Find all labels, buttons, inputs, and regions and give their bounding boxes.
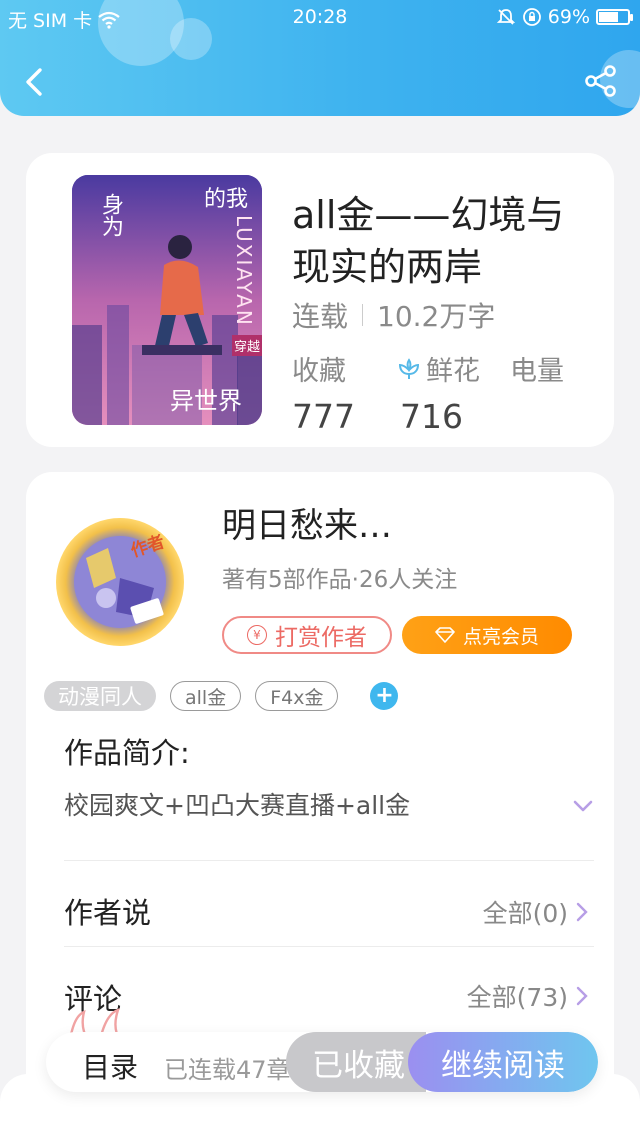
diamond-icon xyxy=(435,627,455,643)
status-bar: 无 SIM 卡 20:28 69% xyxy=(0,0,640,34)
alarm-off-icon xyxy=(496,9,515,25)
chevron-down-icon[interactable] xyxy=(572,798,594,814)
stat-labels: 收藏 鲜花 电量 xyxy=(292,349,564,388)
chevron-right-icon xyxy=(576,986,588,1006)
comments-count: 全部(73) xyxy=(466,983,568,1012)
favorites-label: 收藏 xyxy=(292,356,346,387)
book-info-card: 身为 的我 LUXIAYAN 穿越 异世界 all金——幻境与现实的两岸 连载 … xyxy=(26,153,614,447)
author-summary: 著有5部作品·26人关注 xyxy=(222,567,458,593)
author-avatar[interactable] xyxy=(56,518,184,646)
flowers-label: 鲜花 xyxy=(426,356,480,387)
author-says-link[interactable]: 全部(0) xyxy=(483,894,588,930)
tip-author-label: 打赏作者 xyxy=(275,625,367,651)
intro-title: 作品简介: xyxy=(64,736,190,770)
activate-vip-button[interactable]: 点亮会员 xyxy=(402,616,572,654)
vip-label: 点亮会员 xyxy=(462,625,539,648)
continue-reading-button[interactable]: 继续阅读 xyxy=(408,1032,598,1092)
word-count: 10.2万字 xyxy=(377,300,496,333)
tag-item[interactable]: 动漫同人 xyxy=(44,681,156,711)
cover-text-2: 的我 xyxy=(204,187,249,212)
cover-text-vertical: LUXIAYAN xyxy=(232,215,256,327)
flower-icon xyxy=(398,357,420,379)
share-icon[interactable] xyxy=(584,64,618,98)
author-says-count: 全部(0) xyxy=(482,899,568,928)
book-cover[interactable]: 身为 的我 LUXIAYAN 穿越 异世界 xyxy=(72,175,262,425)
divider xyxy=(64,860,594,861)
battery-icon xyxy=(596,9,633,25)
bottom-action-bar: 目录 已连载47章 已收藏 继续阅读 xyxy=(46,1032,598,1092)
intro-text: 校园爽文+凹凸大赛直播+all金 xyxy=(64,791,411,820)
top-header: 无 SIM 卡 20:28 69% xyxy=(0,0,640,116)
tag-item[interactable]: all金 xyxy=(170,681,242,711)
stat-values: 777 716 xyxy=(292,397,463,436)
cover-badge: 穿越 xyxy=(232,335,262,356)
author-says-title: 作者说 xyxy=(64,896,152,930)
cover-text-3: 异世界 xyxy=(170,387,242,415)
favorites-value: 777 xyxy=(292,397,355,436)
flowers-value: 716 xyxy=(400,397,463,436)
favorited-button[interactable]: 已收藏 xyxy=(286,1032,426,1092)
yen-icon: ¥ xyxy=(247,625,267,645)
comments-link[interactable]: 全部(73) xyxy=(467,978,588,1014)
add-tag-button[interactable]: + xyxy=(370,682,399,710)
battery-percent: 69% xyxy=(547,6,590,28)
author-name[interactable]: 明日愁来… xyxy=(222,498,392,547)
avatar-illustration xyxy=(74,536,166,628)
meta-divider xyxy=(362,304,364,326)
rotation-lock-icon xyxy=(522,8,541,26)
chapter-progress: 已连载47章 xyxy=(164,1056,291,1084)
cover-text-1: 身为 xyxy=(98,193,123,237)
divider xyxy=(64,946,594,947)
toc-button[interactable]: 目录 xyxy=(82,1046,138,1086)
tip-author-button[interactable]: ¥ 打赏作者 xyxy=(222,616,392,654)
book-meta: 连载 10.2万字 xyxy=(292,295,495,335)
tag-item[interactable]: F4x金 xyxy=(255,681,339,711)
serial-status: 连载 xyxy=(292,300,349,333)
power-label[interactable]: 电量 xyxy=(510,349,564,388)
book-title: all金——幻境与现实的两岸 xyxy=(292,193,565,289)
back-chevron-icon[interactable] xyxy=(20,62,50,102)
flowers-stat[interactable]: 鲜花 xyxy=(396,349,510,388)
tag-list: 动漫同人 all金 F4x金 + xyxy=(44,681,399,711)
chevron-right-icon xyxy=(576,902,588,922)
